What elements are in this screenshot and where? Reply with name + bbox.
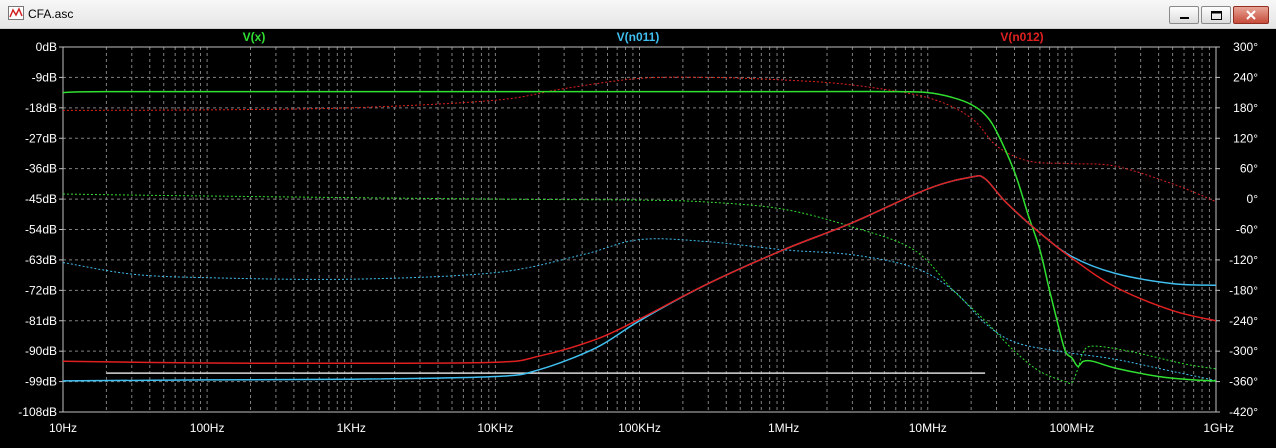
close-button[interactable] (1233, 6, 1269, 24)
legend-entry[interactable]: V(n011) (617, 30, 660, 44)
y-tick-label-left: -72dB (25, 283, 57, 297)
y-tick-label-right: -360° (1229, 375, 1258, 389)
maximize-icon (1211, 11, 1222, 20)
y-tick-label-left: -90dB (25, 344, 57, 358)
window-title: CFA.asc (28, 7, 74, 21)
x-tick-label: 1MHz (768, 421, 799, 435)
y-tick-label-right: -120° (1229, 253, 1258, 267)
plot-area[interactable]: V(x) V(n011) V(n012) 0dB -9dB -18dB -27dB -36d… (0, 28, 1276, 448)
x-tick-label: 1GHz (1203, 421, 1234, 435)
y-tick-label-right: -60° (1236, 223, 1258, 237)
y-tick-label-left: -81dB (25, 314, 57, 328)
y-tick-label-left: -9dB (32, 70, 57, 84)
y-tick-label-right: 240° (1233, 70, 1258, 84)
legend-entry[interactable]: V(n012) (1000, 30, 1043, 44)
y-tick-label-right: -420° (1229, 405, 1258, 419)
y-tick-label-right: 300° (1233, 40, 1258, 54)
y-tick-label-left: -63dB (25, 253, 57, 267)
axis-ticks: 0dB -9dB -18dB -27dB -36dB -45dB -54dB -63dB -72… (18, 40, 1258, 435)
x-tick-label: 100KHz (618, 421, 661, 435)
minimize-button[interactable] (1169, 6, 1199, 24)
y-tick-label-left: -27dB (25, 131, 57, 145)
magnitude-trace[interactable] (62, 174, 1217, 382)
y-tick-label-left: -108dB (18, 405, 57, 419)
x-tick-label: 10KHz (477, 421, 513, 435)
y-tick-label-right: 60° (1240, 162, 1258, 176)
x-tick-label: 10Hz (49, 421, 77, 435)
y-tick-label-left: -36dB (25, 162, 57, 176)
y-tick-label-right: 120° (1233, 131, 1258, 145)
x-tick-label: 10MHz (909, 421, 947, 435)
y-tick-label-left: 0dB (36, 40, 57, 54)
close-icon (1246, 10, 1256, 20)
y-tick-label-right: -300° (1229, 344, 1258, 358)
title-bar[interactable]: CFA.asc (0, 0, 1276, 29)
legend-entry[interactable]: V(x) (243, 30, 266, 44)
maximize-button[interactable] (1201, 6, 1231, 24)
x-tick-label: 1KHz (337, 421, 366, 435)
y-tick-label-left: -54dB (25, 223, 57, 237)
y-tick-label-left: -45dB (25, 192, 57, 206)
minimize-icon (1180, 17, 1189, 19)
legend: V(x) V(n011) V(n012) (243, 30, 1044, 44)
waveform-window: CFA.asc V(x) V(n011) V(n012) 0dB -9dB -18dB -… (0, 0, 1276, 448)
x-tick-label: 100Hz (190, 421, 225, 435)
y-tick-label-right: -180° (1229, 283, 1258, 297)
y-tick-label-right: 180° (1233, 101, 1258, 115)
x-tick-label: 100MHz (1050, 421, 1095, 435)
y-tick-label-left: -18dB (25, 101, 57, 115)
y-tick-label-right: -240° (1229, 314, 1258, 328)
grid (63, 47, 1216, 412)
y-tick-label-right: 0° (1247, 192, 1259, 206)
y-tick-label-left: -99dB (25, 375, 57, 389)
waveform-icon (8, 6, 24, 20)
